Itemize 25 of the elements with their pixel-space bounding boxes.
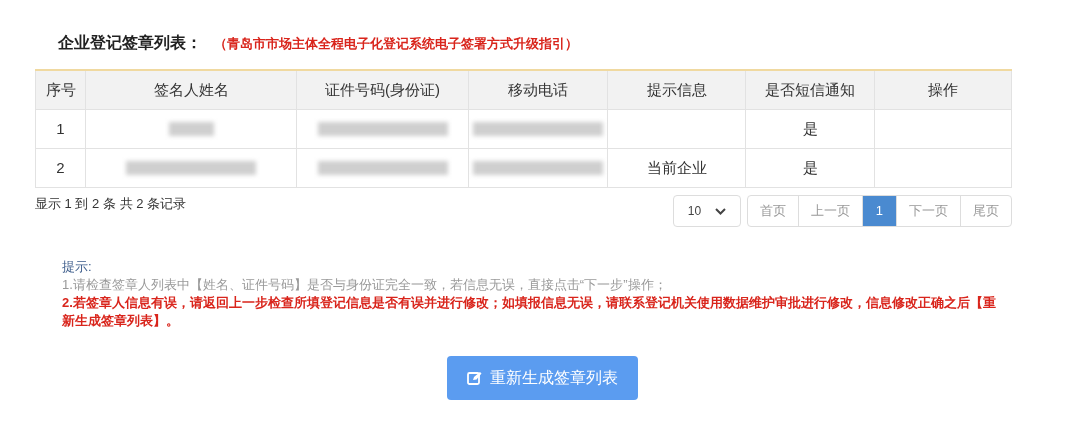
chevron-down-icon xyxy=(714,207,726,215)
column-header: 操作 xyxy=(928,79,958,100)
table-cell: 当前企业 xyxy=(607,149,745,188)
pagination-button[interactable]: 1 xyxy=(861,196,896,226)
record-summary: 显示 1 到 2 条 共 2 条记录 xyxy=(35,195,186,213)
table-cell: 是 xyxy=(745,149,874,188)
table-cell: 是 xyxy=(745,110,874,149)
regenerate-button[interactable]: 重新生成签章列表 xyxy=(446,356,638,400)
column-header: 序号 xyxy=(45,79,76,100)
hint-title: 提示: xyxy=(62,258,93,276)
edit-icon xyxy=(466,370,482,386)
pagination-button[interactable]: 首页 xyxy=(747,196,798,226)
column-header: 移动电话 xyxy=(508,79,568,100)
column-header: 是否短信通知 xyxy=(765,79,855,100)
list-title: 企业登记签章列表： xyxy=(58,33,202,53)
table-cell: 2 xyxy=(35,149,85,188)
page-size-select[interactable]: 10 xyxy=(672,195,741,227)
column-header: 证件号码(身份证) xyxy=(325,79,440,100)
redacted-mark xyxy=(168,122,214,136)
pagination-button[interactable]: 尾页 xyxy=(960,196,1011,226)
table-cell: 1 xyxy=(35,110,85,149)
guide-link[interactable]: （青岛市市场主体全程电子化登记系统电子签署方式升级指引） xyxy=(214,34,578,54)
hint-text: 2.若签章人信息有误，请返回上一步检查所填登记信息是否有误并进行修改；如填报信息无误，请联系登记机关使用数据维护审批进行修改，信息修改正确之后【重新生成签章列表】。 xyxy=(62,294,997,330)
column-header: 签名人姓名 xyxy=(153,79,229,100)
column-header: 提示信息 xyxy=(646,79,707,100)
